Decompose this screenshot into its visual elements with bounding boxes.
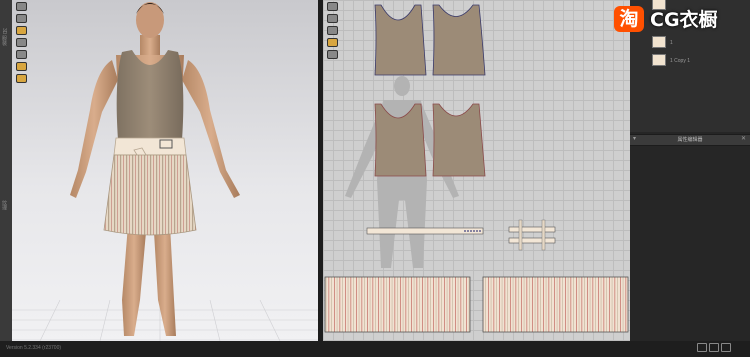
pattern-piece-top-back <box>432 4 486 76</box>
pattern-window-2d[interactable] <box>323 0 630 341</box>
property-editor-title: 属性编辑器 <box>677 137 703 143</box>
pattern-canvas <box>324 4 629 333</box>
move-icon[interactable] <box>16 14 27 23</box>
layout-grid-icon[interactable] <box>721 343 731 352</box>
zoom-icon[interactable] <box>16 50 27 59</box>
pattern-piece-loop-1 <box>508 226 556 233</box>
pattern-piece-loop-2 <box>508 237 556 244</box>
avatar-icon[interactable] <box>327 50 338 59</box>
toolbar-3d <box>16 2 28 86</box>
pattern-piece-top-back-2 <box>432 103 486 177</box>
close-icon[interactable]: ✕ <box>741 135 746 142</box>
left-side-strip: 3D 服装 纹理 <box>0 0 12 341</box>
select-icon[interactable] <box>16 2 27 11</box>
pattern-piece-skirt-right <box>482 276 629 333</box>
fabric-swatch-1[interactable] <box>652 36 666 48</box>
version-text: Version 5.2.334 (r23700) <box>6 345 62 351</box>
edit-point-icon[interactable] <box>327 26 338 35</box>
pattern-piece-skirt-left <box>324 276 471 333</box>
fabric-swatch-2[interactable] <box>652 54 666 66</box>
fold-icon[interactable] <box>16 26 27 35</box>
pattern-piece-top-front <box>374 4 427 76</box>
side-label-texture: 纹理 <box>1 200 7 210</box>
avatar-3d <box>12 2 318 341</box>
taobao-logo-icon: 淘 <box>614 6 644 32</box>
layout-split-icon[interactable] <box>709 343 719 352</box>
texture-icon[interactable] <box>16 62 27 71</box>
watermark-text: CG衣橱 <box>650 9 718 31</box>
pin-icon[interactable] <box>16 38 27 47</box>
viewport-3d[interactable] <box>0 0 318 341</box>
toolbar-2d <box>327 2 339 62</box>
side-label-garment: 3D 服装 <box>1 28 7 46</box>
select-icon[interactable] <box>327 2 338 11</box>
fabric-label-2[interactable]: 1 Copy 1 <box>670 58 690 64</box>
layout-single-icon[interactable] <box>697 343 707 352</box>
status-bar <box>0 341 750 357</box>
transform-icon[interactable] <box>327 14 338 23</box>
pin-icon[interactable] <box>327 38 338 47</box>
avatar-icon[interactable] <box>16 74 27 83</box>
fabric-label-1[interactable]: 1 <box>670 40 673 46</box>
